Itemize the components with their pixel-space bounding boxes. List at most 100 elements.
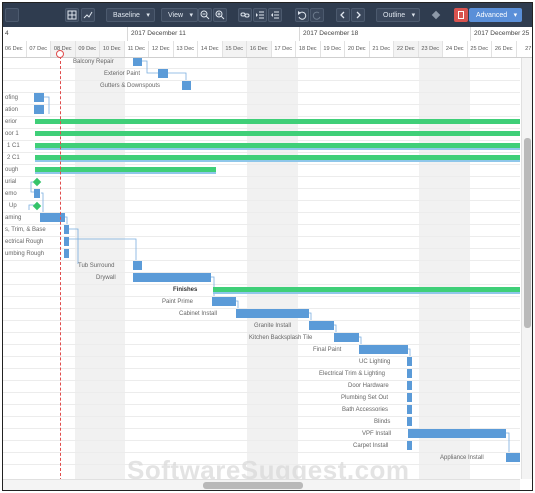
vertical-scrollbar[interactable] <box>521 58 532 479</box>
grid-view-icon[interactable] <box>65 8 79 22</box>
task-bar[interactable] <box>133 261 142 270</box>
week-divider <box>127 27 128 41</box>
redo-icon[interactable] <box>310 8 324 22</box>
day-cell: 25 Dec <box>468 41 492 57</box>
chart-view-icon[interactable] <box>81 8 95 22</box>
day-cell: 06 Dec <box>3 41 27 57</box>
day-cell: 09 Dec <box>75 41 100 57</box>
task-label: Paint Prime <box>162 299 194 305</box>
task-label: Electrical Trim & Lighting <box>319 371 386 377</box>
dependency-link <box>168 72 187 80</box>
day-cell: 18 Dec <box>296 41 321 57</box>
task-label: 1 C1 <box>7 143 20 149</box>
day-cell: 21 Dec <box>370 41 394 57</box>
summary-bar[interactable] <box>35 119 520 124</box>
task-bar[interactable] <box>34 93 44 102</box>
task-label: Final Paint <box>313 347 342 353</box>
task-bar[interactable] <box>34 105 44 114</box>
advanced-dropdown[interactable]: Advanced <box>469 8 523 23</box>
task-bar[interactable] <box>407 417 412 426</box>
task-label: ectrical Rough <box>5 239 44 245</box>
task-label: ofing <box>5 95 19 101</box>
task-bar[interactable] <box>64 249 69 258</box>
task-label: UC Lighting <box>359 359 391 365</box>
horizontal-scroll-thumb[interactable] <box>203 482 303 489</box>
week-label-dec25: 2017 December 25 <box>474 30 530 37</box>
task-label: erior <box>5 119 18 125</box>
day-cell: 27 <box>517 41 533 57</box>
task-label: umbing Rough <box>5 251 45 257</box>
dependency-link <box>69 238 137 260</box>
today-marker-line <box>60 58 61 479</box>
day-cell: 16 Dec <box>247 41 272 57</box>
task-bar[interactable] <box>64 225 69 234</box>
critical-path-icon[interactable] <box>454 8 468 22</box>
dependency-link <box>69 228 79 264</box>
day-cell: 24 Dec <box>443 41 468 57</box>
vertical-scroll-thumb[interactable] <box>524 138 531 328</box>
task-bar[interactable] <box>133 273 211 282</box>
zoom-out-icon[interactable] <box>198 8 212 22</box>
task-bar[interactable] <box>182 81 191 90</box>
task-bar[interactable] <box>407 393 412 402</box>
task-bar[interactable] <box>407 369 412 378</box>
day-cell: 20 Dec <box>345 41 370 57</box>
advanced-label: Advanced <box>476 12 508 19</box>
day-cell: 22 Dec <box>394 41 419 57</box>
scroll-right-icon[interactable] <box>351 8 365 22</box>
dependency-link <box>142 60 158 74</box>
task-bar[interactable] <box>359 345 408 354</box>
milestone-icon[interactable] <box>429 8 443 22</box>
outline-dropdown[interactable]: Outline <box>376 8 421 23</box>
task-bar[interactable] <box>158 69 168 78</box>
dependency-link <box>236 300 239 308</box>
baseline-dropdown[interactable]: Baseline <box>106 8 155 23</box>
view-dropdown[interactable]: View <box>161 8 199 23</box>
week-label-dec18: 2017 December 18 <box>303 30 359 37</box>
week-label-prev: 4 <box>5 30 9 37</box>
hidden-tool-icon[interactable] <box>5 8 19 22</box>
outdent-icon[interactable] <box>268 8 282 22</box>
task-bar[interactable] <box>34 189 40 198</box>
task-label: Granite Install <box>254 323 292 329</box>
task-label: Door Hardware <box>348 383 389 389</box>
task-label: Gutters & Downspouts <box>100 83 161 89</box>
watermark: SoftwareSuggest.com <box>127 455 410 479</box>
task-label: Tub Surround <box>78 263 115 269</box>
baseline-bar <box>35 160 520 162</box>
task-label: Kitchen Backsplash Tile <box>249 335 313 341</box>
task-label: Up <box>9 203 17 209</box>
day-cell: 19 Dec <box>321 41 345 57</box>
zoom-in-icon[interactable] <box>213 8 227 22</box>
task-bar[interactable] <box>40 213 65 222</box>
task-bar[interactable] <box>506 453 520 462</box>
link-icon[interactable] <box>238 8 252 22</box>
task-bar[interactable] <box>64 237 69 246</box>
dependency-link <box>309 312 312 320</box>
task-bar[interactable] <box>212 297 236 306</box>
task-bar[interactable] <box>309 321 334 330</box>
timeline-week-header: 4 2017 December 11 2017 December 18 2017… <box>3 27 532 42</box>
week-divider <box>470 27 471 41</box>
baseline-label: Baseline <box>113 12 140 19</box>
task-label: 2 C1 <box>7 155 20 161</box>
task-bar[interactable] <box>407 381 412 390</box>
horizontal-scrollbar[interactable] <box>3 479 520 490</box>
scroll-left-icon[interactable] <box>336 8 350 22</box>
indent-icon[interactable] <box>253 8 267 22</box>
task-label: emo <box>5 191 17 197</box>
summary-bar[interactable] <box>35 131 520 136</box>
task-bar[interactable] <box>334 333 359 342</box>
task-bar[interactable] <box>408 429 506 438</box>
today-marker-icon[interactable] <box>56 50 64 58</box>
task-bar[interactable] <box>407 357 412 366</box>
task-bar[interactable] <box>236 309 309 318</box>
dependency-link <box>359 336 362 344</box>
task-bar[interactable] <box>407 441 412 450</box>
undo-icon[interactable] <box>295 8 309 22</box>
baseline-bar <box>35 148 520 150</box>
task-bar[interactable] <box>407 405 412 414</box>
day-cell: 15 Dec <box>222 41 247 57</box>
task-label: Drywall <box>96 275 116 281</box>
task-bar[interactable] <box>133 58 142 66</box>
